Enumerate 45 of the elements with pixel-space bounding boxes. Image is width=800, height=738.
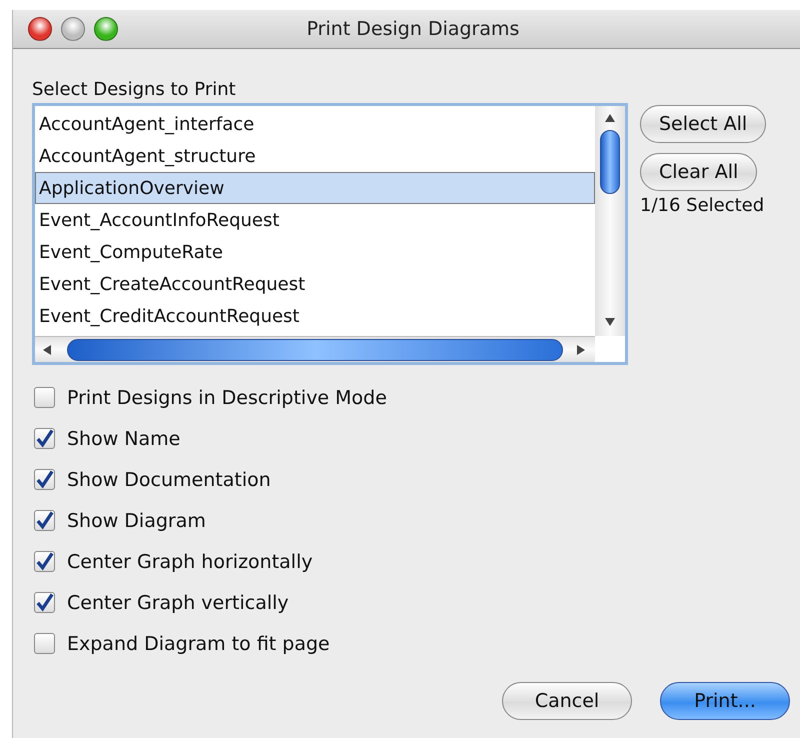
checkmark-icon — [35, 428, 54, 448]
checkbox[interactable] — [34, 387, 55, 408]
option-label: Center Graph vertically — [67, 592, 289, 614]
option-label: Show Diagram — [67, 510, 206, 532]
horizontal-scrollbar[interactable] — [35, 336, 595, 362]
checkbox[interactable] — [34, 592, 55, 613]
option-label: Print Designs in Descriptive Mode — [67, 386, 387, 408]
list-item[interactable]: Event_AccountInfoRequest — [35, 204, 595, 236]
list-item[interactable]: AccountAgent_interface — [35, 108, 595, 140]
checkbox[interactable] — [34, 428, 55, 449]
list-button[interactable]: Clear All — [640, 153, 758, 191]
design-list[interactable]: AccountAgent_interface AccountAgent_structure ApplicationOverview Event_AccountInfoRequest Event_ComputeRate Event_CreateAccountRequest Event_CreditAccountRequest — [32, 103, 628, 365]
option-label: Expand Diagram to fit page — [67, 632, 330, 654]
cancel-button[interactable]: Cancel — [502, 682, 632, 720]
left-arrow-icon[interactable] — [41, 344, 53, 356]
checkbox[interactable] — [34, 551, 55, 572]
checkmark-icon — [35, 510, 54, 530]
option-label: Center Graph horizontally — [67, 550, 313, 572]
up-arrow-icon[interactable] — [604, 112, 616, 124]
list-item[interactable]: Event_CreditAccountRequest — [35, 300, 595, 332]
vertical-scrollbar[interactable] — [595, 106, 625, 336]
checkbox[interactable] — [34, 633, 55, 654]
checkmark-icon — [35, 470, 54, 490]
selection-count: 1/16 Selected — [640, 195, 764, 216]
checkmark-icon — [35, 592, 54, 612]
checkmark-icon — [35, 552, 54, 572]
minimize-button[interactable] — [61, 17, 85, 41]
option-label: Show Name — [67, 428, 180, 450]
list-button[interactable]: Select All — [640, 105, 766, 143]
list-item[interactable]: AccountAgent_structure — [35, 140, 595, 172]
close-button[interactable] — [28, 17, 52, 41]
list-item[interactable]: Event_CreateAccountRequest — [35, 268, 595, 300]
window-title: Print Design Diagrams — [306, 18, 520, 40]
scroll-thumb[interactable] — [600, 130, 620, 194]
down-arrow-icon[interactable] — [604, 316, 616, 328]
list-item[interactable]: Event_ComputeRate — [35, 236, 595, 268]
list-item[interactable]: ApplicationOverview — [35, 172, 595, 204]
list-label: Select Designs to Print — [32, 79, 237, 100]
right-arrow-icon[interactable] — [575, 344, 587, 356]
checkbox[interactable] — [34, 510, 55, 531]
checkbox[interactable] — [34, 469, 55, 490]
zoom-button[interactable] — [94, 17, 118, 41]
print-button[interactable]: Print... — [660, 682, 790, 720]
scroll-thumb[interactable] — [67, 338, 563, 360]
option-label: Show Documentation — [67, 468, 271, 490]
